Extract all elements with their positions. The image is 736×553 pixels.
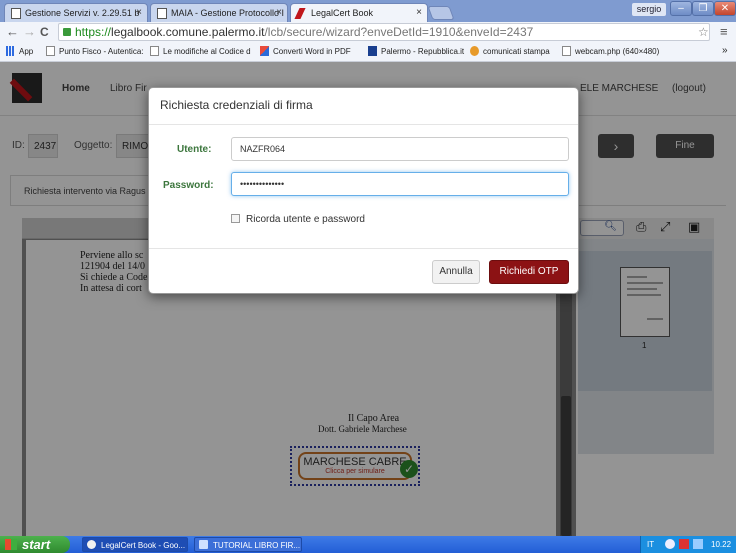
start-label: start bbox=[22, 537, 51, 552]
bookmark-word-pdf[interactable]: Converti Word in PDF bbox=[260, 46, 351, 56]
bookmark-comunicati[interactable]: comunicati stampa bbox=[470, 46, 550, 56]
bookmark-repubblica[interactable]: Palermo - Repubblica.it bbox=[368, 46, 464, 56]
bookmark-label: Converti Word in PDF bbox=[273, 47, 351, 56]
bookmark-label: webcam.php (640×480) bbox=[575, 47, 660, 56]
forward-arrow-icon[interactable]: → bbox=[23, 24, 36, 39]
url-path: /lcb/secure/wizard?enveDetId=1910&enveId… bbox=[264, 25, 534, 39]
taskbar: start LegalCert Book - Goo... TUTORIAL L… bbox=[0, 536, 736, 553]
taskbar-item-tutorial[interactable]: TUTORIAL LIBRO FIR... bbox=[194, 537, 302, 552]
browser-tab-gestione-servizi[interactable]: Gestione Servizi v. 2.29.51 b × bbox=[4, 3, 148, 22]
bookmarks-bar: App Punto Fisco - Autentica: Le modifich… bbox=[0, 42, 736, 62]
bookmarks-more-icon[interactable]: » bbox=[722, 45, 728, 56]
username-label: Utente: bbox=[177, 144, 212, 155]
dialog-divider bbox=[149, 124, 578, 125]
tab-close-icon[interactable]: × bbox=[416, 7, 422, 18]
tab-close-icon[interactable]: × bbox=[136, 7, 142, 18]
repubblica-icon bbox=[368, 46, 377, 56]
bookmark-webcam[interactable]: webcam.php (640×480) bbox=[562, 46, 659, 56]
bookmark-punto-fisco[interactable]: Punto Fisco - Autentica: bbox=[46, 46, 144, 56]
browser-tab-strip: Gestione Servizi v. 2.29.51 b × MAIA - G… bbox=[0, 0, 736, 22]
reload-icon[interactable]: C bbox=[40, 25, 49, 39]
task-label: LegalCert Book - Goo... bbox=[101, 541, 186, 550]
url-host: legalbook.comune.palermo.it bbox=[111, 25, 265, 39]
password-input[interactable]: •••••••••••••• bbox=[231, 172, 569, 196]
antivirus-icon[interactable] bbox=[679, 539, 689, 549]
signature-credentials-dialog: Richiesta credenziali di firma Utente: N… bbox=[148, 87, 579, 294]
page-icon bbox=[157, 8, 167, 19]
windows-flag-icon bbox=[5, 539, 17, 550]
document-icon bbox=[199, 540, 208, 549]
new-tab-button[interactable] bbox=[427, 6, 455, 20]
bookmark-label: Punto Fisco - Autentica: bbox=[59, 47, 144, 56]
username-input[interactable]: NAZFR064 bbox=[231, 137, 569, 161]
tab-close-icon[interactable]: × bbox=[276, 7, 282, 18]
bookmark-label: Palermo - Repubblica.it bbox=[381, 47, 465, 56]
page-icon bbox=[46, 46, 55, 56]
bookmark-label: comunicati stampa bbox=[483, 47, 550, 56]
bookmark-star-icon[interactable]: ☆ bbox=[698, 25, 709, 39]
maximize-button[interactable]: ❐ bbox=[692, 1, 714, 16]
browser-tab-maia[interactable]: MAIA - Gestione Protocollo I × bbox=[150, 3, 288, 22]
bookmark-codice[interactable]: Le modifiche al Codice d bbox=[150, 46, 251, 56]
checkbox-box[interactable] bbox=[231, 214, 240, 223]
clock[interactable]: 10.22 bbox=[711, 540, 731, 549]
back-arrow-icon[interactable]: ← bbox=[6, 24, 19, 39]
apps-grid-icon bbox=[6, 46, 15, 56]
dialog-divider bbox=[149, 248, 578, 249]
start-button[interactable]: start bbox=[0, 536, 70, 553]
page-icon bbox=[11, 8, 21, 19]
taskbar-item-legalcert[interactable]: LegalCert Book - Goo... bbox=[82, 537, 188, 552]
chrome-icon bbox=[87, 540, 96, 549]
browser-menu-icon[interactable]: ≡ bbox=[720, 24, 728, 39]
url-scheme: https:// bbox=[75, 25, 112, 39]
page-icon bbox=[150, 46, 159, 56]
cancel-button[interactable]: Annulla bbox=[432, 260, 480, 284]
bookmark-apps[interactable]: App bbox=[6, 46, 33, 56]
volume-icon[interactable] bbox=[693, 539, 703, 549]
bookmark-label: App bbox=[19, 47, 34, 56]
task-label: TUTORIAL LIBRO FIR... bbox=[213, 541, 301, 550]
minimize-button[interactable]: – bbox=[670, 1, 692, 16]
browser-toolbar: ← → C https://legalbook.comune.palermo.i… bbox=[0, 22, 736, 42]
profile-chip[interactable]: sergio bbox=[632, 3, 666, 16]
comunicati-icon bbox=[470, 46, 479, 56]
tab-label: MAIA - Gestione Protocollo I bbox=[171, 8, 285, 18]
address-bar[interactable]: https://legalbook.comune.palermo.it/lcb/… bbox=[58, 23, 710, 41]
language-indicator[interactable]: IT bbox=[647, 540, 654, 549]
bookmark-label: Le modifiche al Codice d bbox=[163, 47, 251, 56]
legalcert-icon bbox=[294, 8, 306, 19]
lock-icon bbox=[63, 28, 71, 36]
tab-label: LegalCert Book bbox=[311, 8, 374, 18]
remember-label: Ricorda utente e password bbox=[246, 214, 365, 225]
tab-label: Gestione Servizi v. 2.29.51 b bbox=[25, 8, 140, 18]
converter-icon bbox=[260, 46, 269, 56]
remember-credentials-checkbox[interactable]: Ricorda utente e password bbox=[231, 214, 365, 225]
browser-tab-legalcert-book[interactable]: LegalCert Book × bbox=[290, 3, 428, 22]
password-label: Password: bbox=[163, 180, 214, 191]
close-window-button[interactable]: ✕ bbox=[714, 1, 736, 16]
system-tray: IT 10.22 bbox=[640, 536, 736, 553]
dialog-title: Richiesta credenziali di firma bbox=[160, 98, 313, 112]
request-otp-button[interactable]: Richiedi OTP bbox=[489, 260, 569, 284]
page-icon bbox=[562, 46, 571, 56]
network-icon[interactable] bbox=[665, 539, 675, 549]
